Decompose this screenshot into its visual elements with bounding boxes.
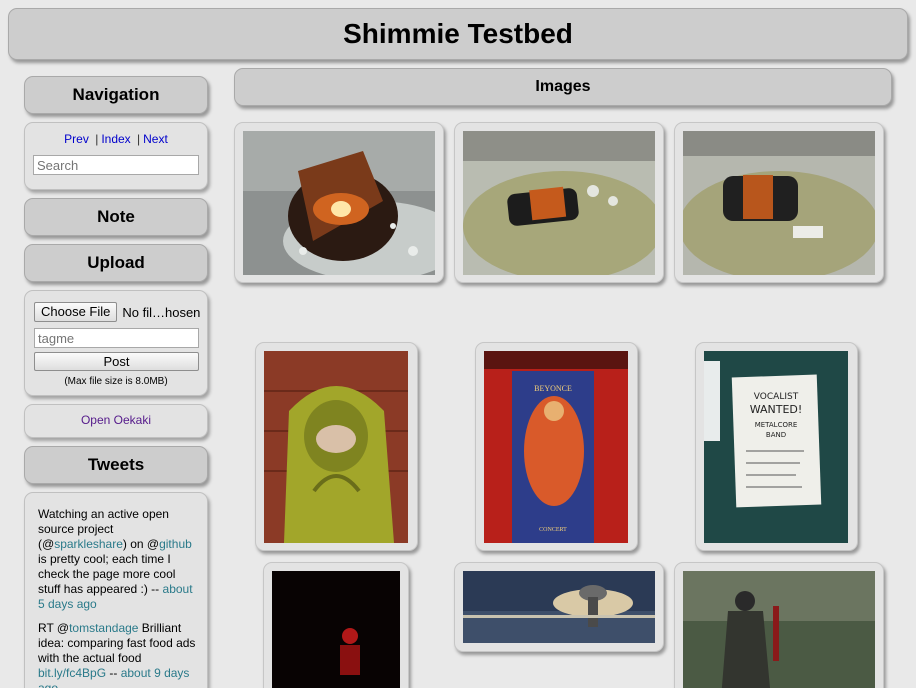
thumbnail-image (272, 571, 400, 688)
search-input[interactable] (33, 155, 199, 175)
thumbnail-person-in-hood[interactable] (255, 342, 418, 551)
thumbnail-image (243, 131, 435, 275)
nav-separator: | (95, 132, 99, 146)
index-link[interactable]: Index (101, 132, 130, 146)
note-heading[interactable]: Note (24, 198, 208, 236)
thumbnail-image: VOCALIST WANTED! METALCORE BAND (704, 351, 848, 543)
short-url-link[interactable]: bit.ly/fc4BpG (38, 666, 106, 680)
upload-panel: Choose File No fil…hosen Post (Max file … (24, 290, 208, 396)
tweet-text: ) on @ (122, 537, 160, 551)
thumbnail-red-figure-dark[interactable] (263, 562, 409, 688)
mention-link[interactable]: tomstandage (69, 621, 138, 635)
mention-link[interactable]: sparkleshare (54, 537, 123, 551)
choose-file-button[interactable]: Choose File (34, 302, 118, 322)
thumbnail-image (463, 571, 655, 643)
max-file-size: (Max file size is 8.0MB) (64, 376, 168, 387)
upload-heading[interactable]: Upload (24, 244, 208, 282)
thumbnail-vocalist-wanted-note[interactable]: VOCALIST WANTED! METALCORE BAND (695, 342, 858, 551)
tweet-text: is pretty cool; each time I check the pa… (38, 552, 176, 596)
site-title-header: Shimmie Testbed (8, 8, 908, 60)
file-picker: Choose File No fil…hosen (34, 302, 207, 322)
note-text: METALCORE (755, 421, 798, 429)
note-text: WANTED! (750, 403, 803, 416)
note-text: VOCALIST (754, 392, 799, 402)
thumbnail-image (463, 131, 655, 275)
thumbnail-image (683, 131, 875, 275)
note-text: BAND (766, 431, 786, 439)
tweet-text: RT @ (38, 621, 70, 635)
thumbnail-candle-in-can[interactable] (234, 122, 444, 283)
images-heading: Images (234, 68, 892, 106)
mention-link[interactable]: github (159, 537, 192, 551)
navigation-heading[interactable]: Navigation (24, 76, 208, 114)
thumbnail-lake-sunset[interactable] (454, 562, 664, 652)
navigation-panel: Prev | Index | Next (24, 122, 208, 190)
poster-text: CONCERT (539, 527, 567, 533)
thumbnail-image (683, 571, 875, 688)
thumbnail-image: BEYONCE CONCERT (484, 351, 628, 543)
tag-input[interactable] (34, 328, 199, 348)
tweet-text: -- (106, 666, 121, 680)
prev-link[interactable]: Prev (64, 132, 89, 146)
file-status: No fil…hosen (122, 304, 201, 320)
upload-heading-label: Upload (87, 253, 145, 272)
tweets-panel: Watching an active open source project (… (24, 492, 208, 688)
site-title: Shimmie Testbed (343, 18, 573, 49)
nav-links: Prev | Index | Next (25, 132, 207, 146)
note-heading-label: Note (97, 207, 135, 226)
thumbnail-armored-soldier[interactable] (674, 562, 884, 688)
thumbnail-concert-poster[interactable]: BEYONCE CONCERT (475, 342, 638, 551)
poster-text: BEYONCE (534, 384, 572, 393)
tweets-heading-label: Tweets (87, 455, 145, 474)
thumbnail-can-in-sink-2[interactable] (674, 122, 884, 283)
navigation-heading-label: Navigation (72, 85, 160, 104)
tweet: RT @tomstandage Brilliant idea: comparin… (38, 621, 197, 688)
open-oekaki-link[interactable]: Open Oekaki (81, 413, 151, 427)
tweet: Watching an active open source project (… (38, 507, 197, 612)
nav-separator: | (137, 132, 141, 146)
thumbnail-image (264, 351, 408, 543)
oekaki-panel: Open Oekaki (24, 404, 208, 438)
next-link[interactable]: Next (143, 132, 168, 146)
tweets-heading[interactable]: Tweets (24, 446, 208, 484)
images-heading-label: Images (535, 78, 591, 95)
post-button[interactable]: Post (34, 352, 199, 371)
thumbnail-can-in-sink[interactable] (454, 122, 664, 283)
